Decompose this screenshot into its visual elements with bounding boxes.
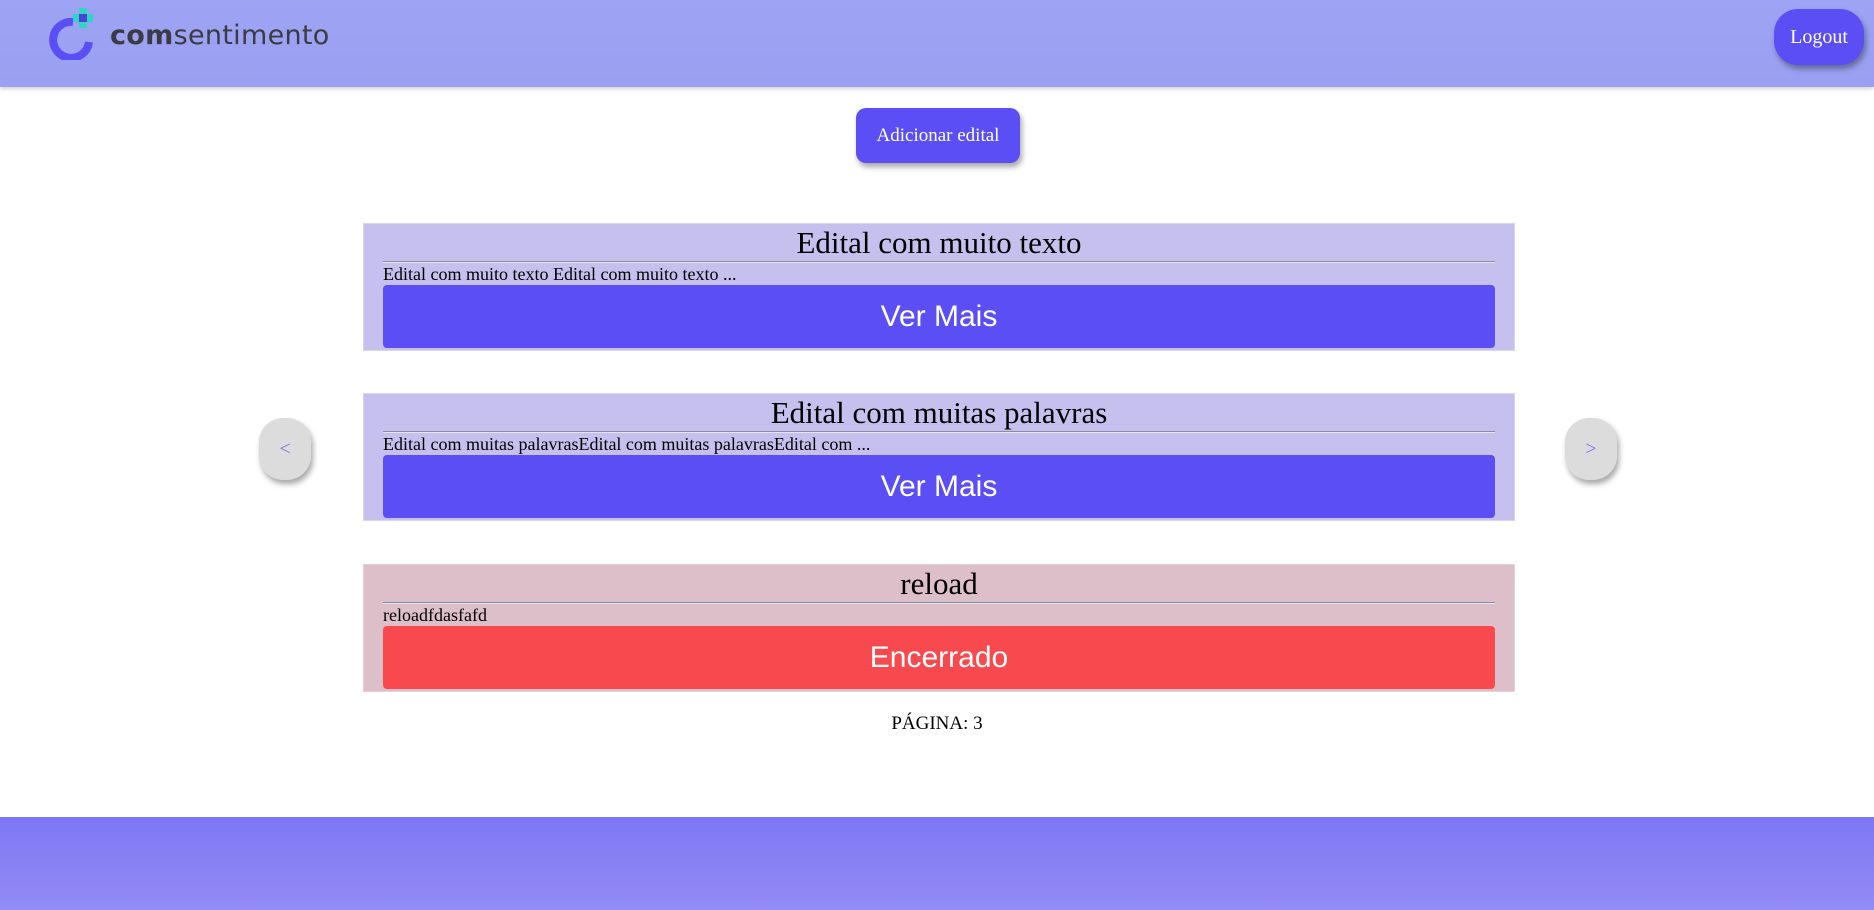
edital-description: Edital com muitas palavrasEdital com mui…	[383, 434, 871, 454]
previous-page-button[interactable]: <	[259, 418, 311, 480]
page-indicator: PÁGINA: 3	[891, 713, 983, 734]
add-edital-button[interactable]: Adicionar edital	[856, 108, 1020, 163]
edital-title: Edital com muito texto	[796, 225, 1082, 260]
brand-logo[interactable]: comsentimento	[49, 8, 330, 62]
next-page-button[interactable]: >	[1565, 418, 1617, 480]
edital-title: Edital com muitas palavras	[770, 395, 1108, 430]
edital-description: reloadfdasfafd	[383, 605, 487, 625]
brand-name-bold: com	[110, 20, 174, 51]
page-footer	[0, 817, 1874, 910]
edital-title: reload	[900, 566, 978, 601]
brand-name-light: sentimento	[173, 20, 330, 51]
encerrado-button[interactable]: Encerrado	[383, 626, 1495, 689]
comsentimento-logo-icon	[49, 8, 97, 62]
logout-button[interactable]: Logout	[1774, 9, 1864, 65]
edital-card: Edital com muitas palavras Edital com mu…	[363, 393, 1515, 521]
edital-card: Edital com muito texto Edital com muito …	[363, 223, 1515, 351]
brand-name: comsentimento	[110, 20, 330, 51]
edital-card-closed: reload reloadfdasfafd Encerrado	[363, 564, 1515, 692]
ver-mais-button[interactable]: Ver Mais	[383, 285, 1495, 348]
edital-description: Edital com muito texto Edital com muito …	[383, 264, 737, 284]
ver-mais-button[interactable]: Ver Mais	[383, 455, 1495, 518]
top-header: comsentimento Logout	[0, 0, 1874, 87]
